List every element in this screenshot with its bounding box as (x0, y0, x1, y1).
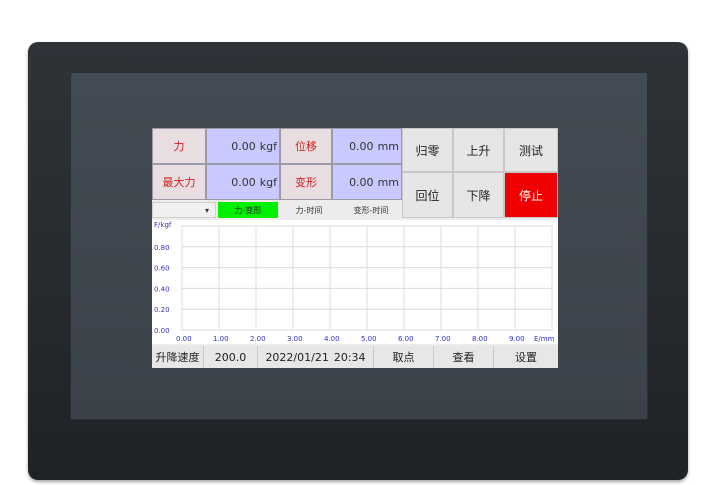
x-tick-label: 7.00 (435, 335, 451, 343)
deformation-value: 0.00 (349, 175, 374, 189)
curve-dropdown[interactable]: ▾ (152, 202, 216, 218)
up-button[interactable]: 上升 (453, 128, 504, 172)
y-axis-label: F/kgf (154, 221, 172, 229)
chart-svg: 0.80 0.60 0.40 0.20 0.00 0.00 1.00 2.00 3.00 4.00… (154, 221, 555, 343)
test-button[interactable]: 测试 (504, 128, 558, 172)
view-button[interactable]: 查看 (434, 346, 494, 368)
x-tick-label: 4.00 (324, 335, 340, 343)
down-button[interactable]: 下降 (453, 172, 504, 218)
deformation-unit: mm (377, 175, 399, 189)
x-tick-label: 5.00 (361, 335, 377, 343)
deformation-value-field: 0.00 mm (332, 164, 402, 200)
x-tick-label: 6.00 (398, 335, 414, 343)
y-tick-label: 0.60 (154, 265, 170, 273)
x-tick-label: 1.00 (213, 335, 229, 343)
max-force-value-field: 0.00 kgf (206, 164, 280, 200)
tab-deformation-time[interactable]: 变形-时间 (340, 202, 402, 218)
datetime-display: 2022/01/21 20:34 (258, 346, 374, 368)
displacement-value: 0.00 (349, 139, 374, 153)
date-text: 2022/01/21 (265, 350, 329, 364)
x-tick-label: 9.00 (509, 335, 525, 343)
x-tick-label: 2.00 (250, 335, 266, 343)
max-force-unit: kgf (259, 175, 277, 189)
force-unit: kgf (259, 139, 277, 153)
y-tick-label: 0.20 (154, 306, 170, 314)
tab-force-deformation[interactable]: 力-变形 (218, 202, 278, 218)
displacement-label: 位移 (280, 128, 332, 164)
max-force-value: 0.00 (231, 175, 256, 189)
curve-chart: 0.80 0.60 0.40 0.20 0.00 0.00 1.00 2.00 3.00 4.00… (152, 220, 558, 344)
deformation-label: 变形 (280, 164, 332, 200)
x-tick-label: 3.00 (287, 335, 303, 343)
stop-button[interactable]: 停止 (504, 172, 558, 218)
return-button[interactable]: 回位 (402, 172, 453, 218)
tab-force-time[interactable]: 力-时间 (280, 202, 338, 218)
speed-value[interactable]: 200.0 (204, 346, 258, 368)
force-value-field: 0.00 kgf (206, 128, 280, 164)
touch-screen: 力 0.00 kgf 位移 0.00 mm 最大力 0.00 kgf 变形 0.… (152, 128, 558, 368)
chevron-down-icon: ▾ (204, 205, 209, 215)
displacement-unit: mm (377, 139, 399, 153)
time-text: 20:34 (333, 350, 366, 364)
displacement-value-field: 0.00 mm (332, 128, 402, 164)
y-tick-label: 0.00 (154, 327, 170, 335)
x-tick-label: 0.00 (176, 335, 192, 343)
y-tick-label: 0.80 (154, 244, 170, 252)
x-axis-label: E/mm (534, 335, 555, 343)
pick-point-button[interactable]: 取点 (374, 346, 434, 368)
x-tick-label: 8.00 (472, 335, 488, 343)
max-force-label: 最大力 (152, 164, 206, 200)
zero-button[interactable]: 归零 (402, 128, 453, 172)
bottom-bar: 升降速度 200.0 2022/01/21 20:34 取点 查看 设置 (152, 346, 558, 368)
force-label: 力 (152, 128, 206, 164)
settings-button[interactable]: 设置 (494, 346, 558, 368)
y-tick-label: 0.40 (154, 285, 170, 293)
speed-label: 升降速度 (152, 346, 204, 368)
force-value: 0.00 (231, 139, 256, 153)
